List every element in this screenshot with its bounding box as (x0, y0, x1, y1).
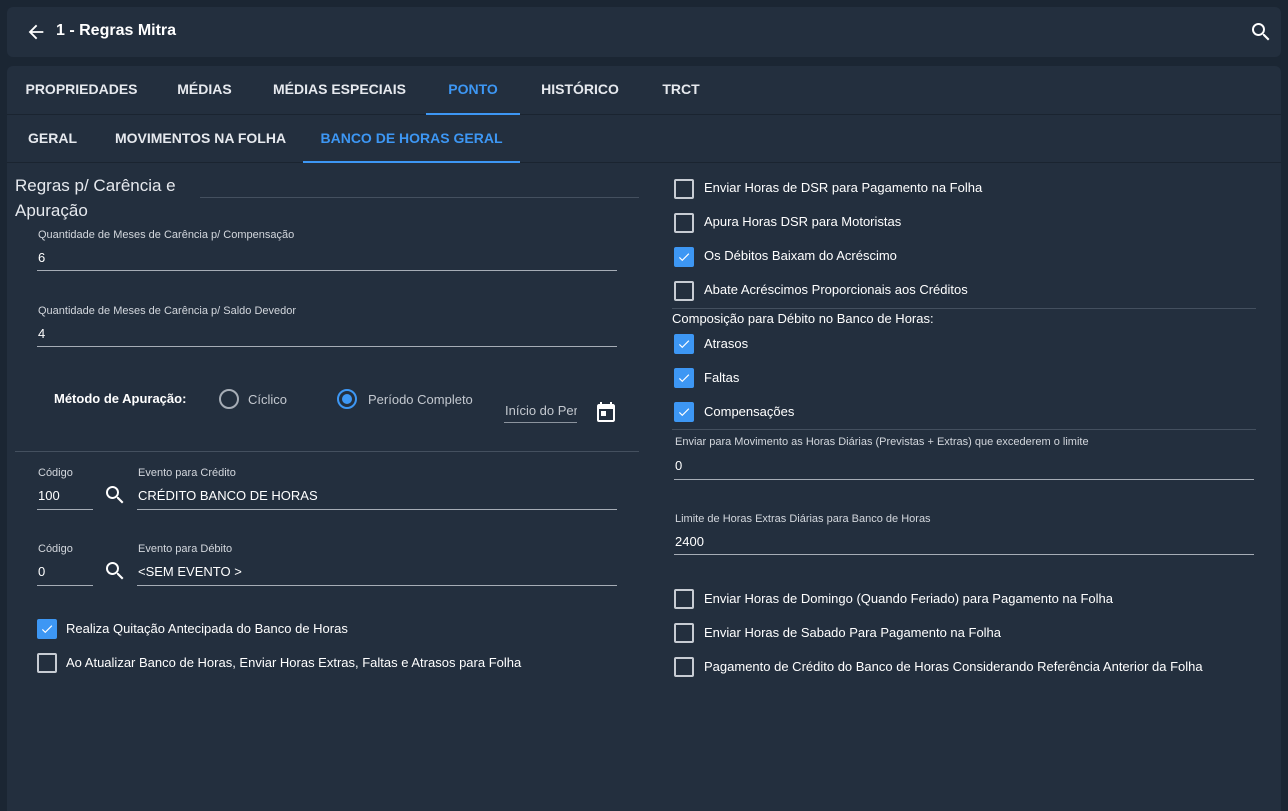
calendar-icon[interactable] (594, 400, 618, 424)
limite-diario-input[interactable]: 0 (675, 458, 682, 473)
limite-extras-input[interactable]: 2400 (675, 534, 704, 549)
limite-extras-label: Limite de Horas Extras Diárias para Banc… (675, 513, 931, 525)
right-divider-2 (672, 429, 1256, 430)
right-divider-1 (672, 308, 1256, 309)
limite-diario-label: Enviar para Movimento as Horas Diárias (… (675, 436, 1089, 448)
page-title: 1 - Regras Mitra (56, 22, 177, 39)
credito-codigo-underline (37, 509, 93, 510)
carencia-saldo-input[interactable]: 4 (38, 326, 45, 341)
checkbox-credito-referencia-anterior-label[interactable]: Pagamento de Crédito do Banco de Horas C… (704, 659, 1203, 674)
radio-ciclico-label[interactable]: Cíclico (248, 392, 287, 407)
checkbox-faltas[interactable] (674, 368, 694, 388)
subtab-geral[interactable]: GERAL (7, 115, 98, 163)
tab-propriedades[interactable]: PROPRIEDADES (7, 66, 156, 115)
carencia-compensacao-input[interactable]: 6 (38, 250, 45, 265)
tab-ponto[interactable]: PONTO (426, 66, 520, 115)
search-debito-icon[interactable] (103, 559, 127, 583)
checkbox-horas-sabado-label[interactable]: Enviar Horas de Sabado Para Pagamento na… (704, 625, 1001, 640)
left-divider (15, 451, 639, 452)
check-icon (41, 625, 53, 634)
composicao-title: Composição para Débito no Banco de Horas… (672, 311, 934, 326)
check-icon (678, 374, 690, 383)
check-icon (678, 340, 690, 349)
radio-periodo-completo-label[interactable]: Período Completo (368, 392, 473, 407)
limite-extras-underline (674, 554, 1254, 555)
section-title: Regras p/ Carência e Apuração (15, 176, 176, 220)
checkbox-dsr-motoristas[interactable] (674, 213, 694, 233)
debito-codigo-underline (37, 585, 93, 586)
checkbox-abate-acrescimos-label[interactable]: Abate Acréscimos Proporcionais aos Crédi… (704, 282, 968, 297)
inicio-periodo-underline (504, 422, 577, 423)
check-icon (678, 253, 690, 262)
check-icon (678, 408, 690, 417)
main-card: PROPRIEDADES MÉDIAS MÉDIAS ESPECIAIS PON… (7, 66, 1281, 811)
checkbox-atrasos-label[interactable]: Atrasos (704, 336, 748, 351)
evento-credito-label: Evento para Crédito (138, 467, 236, 479)
radio-periodo-completo[interactable] (337, 389, 357, 409)
credito-codigo-input[interactable]: 100 (38, 488, 60, 503)
metodo-apuracao-label: Método de Apuração: (54, 391, 187, 406)
tab-historico[interactable]: HISTÓRICO (520, 66, 640, 115)
checkbox-debitos-baixam-label[interactable]: Os Débitos Baixam do Acréscimo (704, 248, 897, 263)
carencia-saldo-underline (37, 346, 617, 347)
inicio-periodo-input[interactable]: Início do Período (505, 403, 577, 418)
evento-debito-label: Evento para Débito (138, 543, 233, 555)
subtab-banco-de-horas-geral[interactable]: BANCO DE HORAS GERAL (303, 115, 520, 163)
top-bar: 1 - Regras Mitra (7, 7, 1281, 57)
subtab-bar: GERAL MOVIMENTOS NA FOLHA BANCO DE HORAS… (7, 115, 1281, 163)
checkbox-quitacao-antecipada-label[interactable]: Realiza Quitação Antecipada do Banco de … (66, 621, 348, 636)
checkbox-credito-referencia-anterior[interactable] (674, 657, 694, 677)
tab-medias-especiais[interactable]: MÉDIAS ESPECIAIS (253, 66, 426, 115)
subtab-movimentos-na-folha[interactable]: MOVIMENTOS NA FOLHA (98, 115, 303, 163)
evento-debito-input[interactable]: <SEM EVENTO > (138, 564, 242, 579)
evento-credito-underline (137, 509, 617, 510)
carencia-compensacao-underline (37, 270, 617, 271)
checkbox-quitacao-antecipada[interactable] (37, 619, 57, 639)
section-divider (200, 197, 639, 198)
checkbox-debitos-baixam[interactable] (674, 247, 694, 267)
checkbox-abate-acrescimos[interactable] (674, 281, 694, 301)
checkbox-compensacoes-label[interactable]: Compensações (704, 404, 794, 419)
evento-credito-input[interactable]: CRÉDITO BANCO DE HORAS (138, 488, 318, 503)
search-credito-icon[interactable] (103, 483, 127, 507)
evento-debito-underline (137, 585, 617, 586)
radio-ciclico[interactable] (219, 389, 239, 409)
tab-bar: PROPRIEDADES MÉDIAS MÉDIAS ESPECIAIS PON… (7, 66, 1281, 115)
carencia-saldo-label: Quantidade de Meses de Carência p/ Saldo… (38, 305, 297, 317)
debito-codigo-label: Código (38, 543, 73, 555)
checkbox-atrasos[interactable] (674, 334, 694, 354)
debito-codigo-input[interactable]: 0 (38, 564, 45, 579)
checkbox-compensacoes[interactable] (674, 402, 694, 422)
checkbox-domingo-feriado-label[interactable]: Enviar Horas de Domingo (Quando Feriado)… (704, 591, 1113, 606)
checkbox-atualizar-banco-horas-label[interactable]: Ao Atualizar Banco de Horas, Enviar Hora… (66, 655, 521, 670)
checkbox-horas-dsr-pagamento[interactable] (674, 179, 694, 199)
credito-codigo-label: Código (38, 467, 73, 479)
checkbox-dsr-motoristas-label[interactable]: Apura Horas DSR para Motoristas (704, 214, 901, 229)
carencia-compensacao-label: Quantidade de Meses de Carência p/ Compe… (38, 229, 295, 241)
checkbox-atualizar-banco-horas[interactable] (37, 653, 57, 673)
checkbox-horas-sabado[interactable] (674, 623, 694, 643)
checkbox-domingo-feriado[interactable] (674, 589, 694, 609)
tab-medias[interactable]: MÉDIAS (156, 66, 253, 115)
arrow-back-icon[interactable] (25, 21, 47, 43)
limite-diario-underline (674, 479, 1254, 480)
tab-trct[interactable]: TRCT (640, 66, 722, 115)
checkbox-faltas-label[interactable]: Faltas (704, 370, 739, 385)
search-icon[interactable] (1249, 20, 1273, 44)
checkbox-horas-dsr-pagamento-label[interactable]: Enviar Horas de DSR para Pagamento na Fo… (704, 180, 982, 195)
